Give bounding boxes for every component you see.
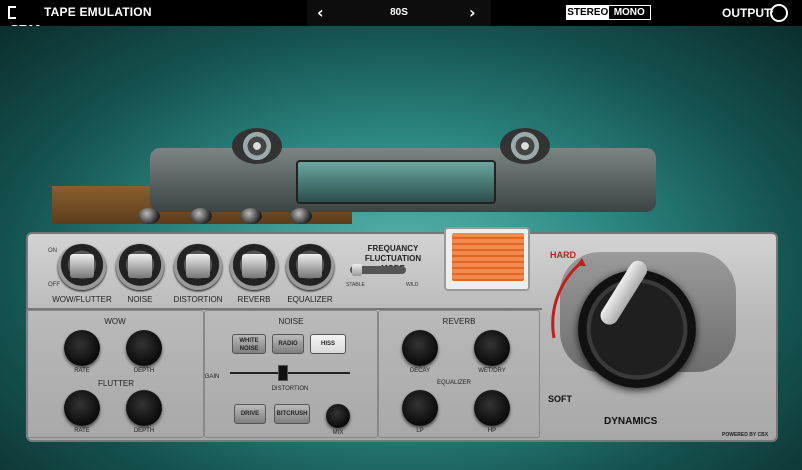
lp-label: LP <box>416 428 424 434</box>
gain-slider-track[interactable] <box>230 372 350 374</box>
cbx-logo: CBX <box>8 4 40 40</box>
wow-title: WOW <box>104 317 126 326</box>
preset-name[interactable]: 80S <box>367 7 431 18</box>
freq-fluctuation-slider[interactable] <box>350 264 406 276</box>
bypass-housing <box>444 227 530 291</box>
wild-label: WILD <box>406 282 419 288</box>
hiss-button[interactable]: HISS <box>310 334 346 354</box>
equalizer-title: EQUALIZER <box>436 380 471 386</box>
decay-knob[interactable] <box>402 330 438 366</box>
slider-thumb[interactable] <box>352 264 362 276</box>
wet-dry-knob[interactable] <box>474 330 510 366</box>
wow-rate-knob[interactable] <box>64 330 100 366</box>
white-noise-button[interactable]: WHITE NOISE <box>232 334 266 354</box>
decay-label: DECAY <box>409 368 431 374</box>
deck-knob-icon <box>240 208 262 224</box>
app-title: TAPE EMULATION <box>44 5 152 19</box>
hard-label: HARD <box>550 250 576 260</box>
stereo-button[interactable]: STEREO <box>567 6 609 19</box>
noise-switch[interactable] <box>116 244 164 290</box>
flutter-title: FLUTTER <box>98 379 134 388</box>
output-knob[interactable] <box>770 4 788 22</box>
equalizer-switch[interactable] <box>286 244 334 290</box>
wow-rate-label: RATE <box>74 368 90 374</box>
stable-label: STABLE <box>346 282 365 288</box>
tape-window <box>296 160 496 204</box>
flutter-depth-knob[interactable] <box>126 390 162 426</box>
radio-button[interactable]: RADIO <box>272 334 304 354</box>
flutter-rate-knob[interactable] <box>64 390 100 426</box>
wow-depth-knob[interactable] <box>126 330 162 366</box>
bypass-button[interactable] <box>452 233 524 281</box>
drive-button[interactable]: DRIVE <box>234 404 266 424</box>
flutter-depth-label: DEPTH <box>133 428 155 434</box>
distortion-switch[interactable] <box>174 244 222 290</box>
preset-selector: ‹ 80S › <box>307 0 491 26</box>
equalizer-label: EQUALIZER <box>287 295 333 304</box>
mix-label: MIX <box>332 430 344 436</box>
reverb-title: REVERB <box>442 317 476 326</box>
mix-knob[interactable] <box>326 404 350 428</box>
wow-depth-label: DEPTH <box>133 368 155 374</box>
on-label: ON <box>48 248 57 254</box>
preset-next-icon[interactable]: › <box>469 3 476 22</box>
off-label: OFF <box>48 282 60 288</box>
wet-dry-label: WET/DRY <box>478 368 506 374</box>
wow-flutter-switch[interactable] <box>58 244 106 290</box>
lp-knob[interactable] <box>402 390 438 426</box>
noise-title: NOISE <box>278 317 304 326</box>
hp-knob[interactable] <box>474 390 510 426</box>
dynamics-label: DYNAMICS <box>604 416 658 427</box>
left-reel-icon <box>232 128 282 164</box>
gain-slider-thumb[interactable] <box>278 365 288 381</box>
powered-by-label: POWERED BY CBX <box>722 432 769 438</box>
wow-section: WOW <box>26 310 204 438</box>
soft-label: SOFT <box>548 394 572 404</box>
preset-prev-icon[interactable]: ‹ <box>317 3 324 22</box>
reverb-switch[interactable] <box>230 244 278 290</box>
deck-knob-icon <box>190 208 212 224</box>
distortion-title: DISTORTION <box>271 386 309 392</box>
gain-label: GAIN <box>204 374 220 380</box>
right-reel-icon <box>500 128 550 164</box>
bitcrush-button[interactable]: BITCRUSH <box>274 404 310 424</box>
mono-button[interactable]: MONO <box>608 6 650 19</box>
channel-mode-toggle: STEREO MONO <box>566 5 651 20</box>
top-bar: CBX TAPE EMULATION ‹ 80S › STEREO MONO O… <box>0 0 802 40</box>
deck-knob-icon <box>290 208 312 224</box>
flutter-rate-label: RATE <box>74 428 90 434</box>
deck-knob-icon <box>138 208 160 224</box>
output-label: OUTPUT: <box>722 6 774 20</box>
hp-label: HP <box>487 428 497 434</box>
reverb-section: REVERB <box>378 310 540 438</box>
